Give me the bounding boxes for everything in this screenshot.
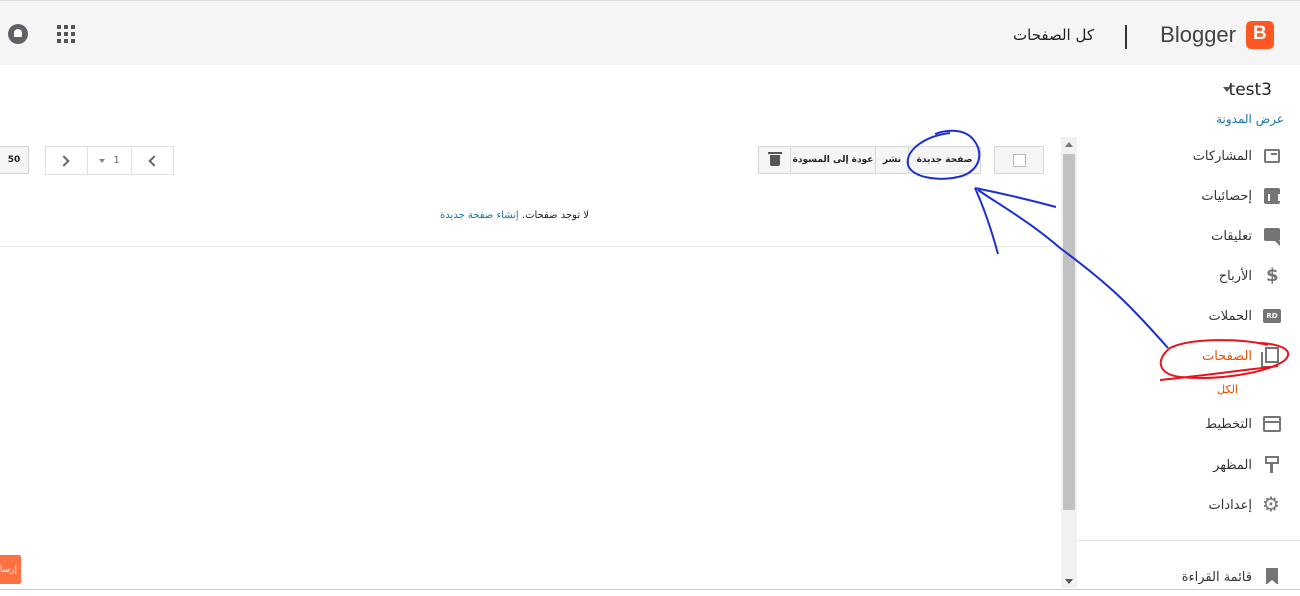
view-blog-link[interactable]: عرض المدونة xyxy=(1216,112,1284,126)
select-all-checkbox[interactable] xyxy=(994,146,1044,174)
gear-icon: ⚙ xyxy=(1262,492,1280,516)
apps-grid-icon[interactable] xyxy=(57,25,75,43)
scroll-up-icon[interactable] xyxy=(1065,142,1073,147)
next-page-button[interactable] xyxy=(131,146,174,175)
sidebar: test3 عرض المدونة المشاركات إحصائيات تعل… xyxy=(1078,65,1300,596)
sidebar-item-label: الحملات xyxy=(1208,308,1252,324)
notifications-icon[interactable] xyxy=(8,24,28,44)
previous-page-button[interactable] xyxy=(45,146,88,175)
sidebar-item-pages[interactable]: الصفحات xyxy=(1202,344,1282,368)
empty-state-text: لا توجد صفحات. xyxy=(521,210,589,221)
sidebar-item-label: المظهر xyxy=(1213,457,1252,473)
sidebar-item-label: إعدادات xyxy=(1208,497,1252,513)
feedback-button[interactable]: إرسال xyxy=(0,555,21,584)
sidebar-item-label: المشاركات xyxy=(1192,148,1252,164)
sidebar-divider xyxy=(1078,540,1300,541)
scrollbar[interactable] xyxy=(1061,137,1077,588)
theme-icon xyxy=(1262,455,1282,475)
sidebar-item-earnings[interactable]: الأرباح $ xyxy=(1219,264,1282,288)
sidebar-item-label: الصفحات xyxy=(1201,348,1252,364)
page-title: كل الصفحات xyxy=(1013,26,1094,44)
chevron-right-icon xyxy=(58,155,70,167)
sidebar-item-label: تعليقات xyxy=(1211,228,1252,244)
layout-icon xyxy=(1262,414,1282,434)
sidebar-item-layout[interactable]: التخطيط xyxy=(1205,412,1282,436)
blog-selector[interactable]: test3 xyxy=(1229,80,1272,100)
empty-state-message: لا توجد صفحات. إنشاء صفحة جديدة xyxy=(440,210,589,221)
campaigns-icon: RD xyxy=(1262,306,1282,326)
new-page-button[interactable]: صفحة جديدة xyxy=(908,146,981,174)
caret-down-icon xyxy=(99,158,106,163)
scroll-down-icon[interactable] xyxy=(1065,579,1073,584)
delete-button[interactable] xyxy=(758,146,790,174)
sidebar-item-theme[interactable]: المظهر xyxy=(1213,453,1282,477)
checkbox-icon xyxy=(1012,153,1026,167)
window-bottom-edge xyxy=(0,589,1300,590)
sidebar-item-stats[interactable]: إحصائيات xyxy=(1201,184,1282,208)
sidebar-subitem-all[interactable]: الكل xyxy=(1217,383,1238,396)
posts-icon xyxy=(1262,146,1282,166)
scrollbar-thumb[interactable] xyxy=(1063,154,1075,510)
trash-icon xyxy=(767,151,782,166)
brand-name: Blogger xyxy=(1160,22,1236,47)
sidebar-item-label: الأرباح xyxy=(1218,268,1252,284)
sidebar-item-label: التخطيط xyxy=(1205,416,1252,432)
page-number-select[interactable]: 1 xyxy=(88,146,131,175)
page-number: 1 xyxy=(113,155,120,166)
sidebar-item-posts[interactable]: المشاركات xyxy=(1193,144,1282,168)
sidebar-item-campaigns[interactable]: الحملات RD xyxy=(1209,304,1282,328)
bookmark-icon xyxy=(1262,567,1282,587)
blogger-logo-icon: B xyxy=(1246,21,1274,49)
sidebar-item-label: إحصائيات xyxy=(1201,188,1252,204)
caret-down-icon[interactable] xyxy=(1223,87,1231,92)
pages-icon xyxy=(1261,346,1282,368)
publish-button[interactable]: نشر xyxy=(876,146,908,174)
stats-icon xyxy=(1262,186,1282,206)
sidebar-item-reading-list[interactable]: قائمة القراءة xyxy=(1182,565,1282,589)
brand-letter: B xyxy=(1253,23,1267,44)
sidebar-item-label: قائمة القراءة xyxy=(1181,569,1252,585)
comments-icon xyxy=(1262,226,1282,246)
create-new-page-link[interactable]: إنشاء صفحة جديدة xyxy=(440,210,519,221)
header-divider xyxy=(1125,25,1127,49)
revert-to-draft-button[interactable]: عودة إلى المسودة xyxy=(790,146,876,174)
sidebar-item-settings[interactable]: إعدادات ⚙ xyxy=(1208,492,1282,517)
page-size-select[interactable]: 50 xyxy=(0,146,29,174)
dollar-icon: $ xyxy=(1266,265,1279,286)
sidebar-item-comments[interactable]: تعليقات xyxy=(1211,224,1282,248)
top-app-bar: كل الصفحات Blogger B xyxy=(0,0,1300,65)
chevron-left-icon xyxy=(148,155,160,167)
blogger-brand[interactable]: Blogger B xyxy=(1160,21,1274,49)
content-divider xyxy=(0,246,1061,247)
